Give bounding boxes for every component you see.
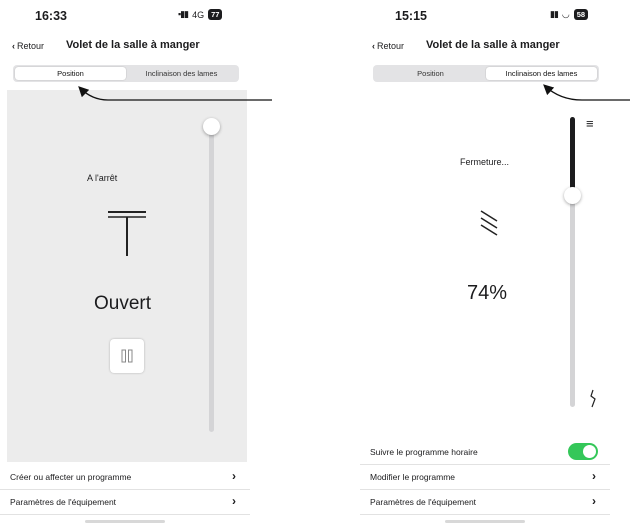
annotation-arrow-left: [78, 86, 272, 101]
annotation-arrow-right: [543, 84, 630, 101]
annotation-arrows: [78, 84, 630, 101]
